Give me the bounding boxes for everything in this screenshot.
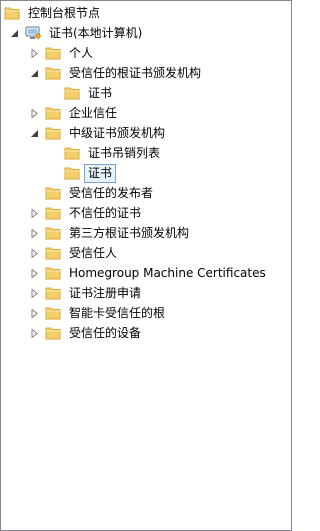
expanded-arrow-icon[interactable] <box>30 69 39 78</box>
tree-child-node[interactable]: 证书 <box>49 83 116 103</box>
collapsed-arrow-icon[interactable] <box>30 268 39 278</box>
tree-node-label: 证书 <box>88 85 113 100</box>
tree-node-certificates-local-computer[interactable]: 证书(本地计算机) <box>10 23 146 43</box>
folder-icon <box>45 186 61 200</box>
tree-node-label: Homegroup Machine Certificates <box>69 265 266 280</box>
tree-node[interactable]: Homegroup Machine Certificates <box>30 263 270 283</box>
tree-node-label: 控制台根节点 <box>28 5 101 20</box>
tree-node-label: 证书 <box>84 163 117 183</box>
folder-icon <box>45 66 61 80</box>
tree-node-label: 受信任的根证书颁发机构 <box>69 65 202 80</box>
folder-icon <box>64 166 80 180</box>
folder-icon <box>45 306 61 320</box>
folder-icon <box>4 6 20 20</box>
folder-icon <box>45 266 61 280</box>
tree-node-label: 智能卡受信任的根 <box>69 305 166 320</box>
tree-node[interactable]: 受信任的根证书颁发机构 <box>30 63 205 83</box>
tree-child-node[interactable]: 证书吊销列表 <box>49 143 164 163</box>
tree-node-console-root[interactable]: 控制台根节点 <box>4 3 104 23</box>
collapsed-arrow-icon[interactable] <box>30 308 39 318</box>
folder-icon <box>45 286 61 300</box>
expanded-arrow-icon[interactable] <box>10 29 19 38</box>
tree-child-node[interactable]: 证书 <box>49 163 117 183</box>
folder-icon <box>45 326 61 340</box>
tree-node[interactable]: 智能卡受信任的根 <box>30 303 169 323</box>
folder-icon <box>45 46 61 60</box>
collapsed-arrow-icon[interactable] <box>30 228 39 238</box>
tree-node-label: 不信任的证书 <box>69 205 142 220</box>
tree-node[interactable]: 不信任的证书 <box>30 203 145 223</box>
computer-certificate-icon <box>25 26 41 40</box>
tree-node-label: 受信任的发布者 <box>69 185 154 200</box>
folder-icon <box>45 126 61 140</box>
tree-node-label: 个人 <box>69 45 94 60</box>
tree-node-label: 企业信任 <box>69 105 118 120</box>
tree-node[interactable]: 中级证书颁发机构 <box>30 123 169 143</box>
expanded-arrow-icon[interactable] <box>30 129 39 138</box>
tree-node-label: 受信任人 <box>69 245 118 260</box>
tree-node-label: 证书注册申请 <box>69 285 142 300</box>
folder-icon <box>45 246 61 260</box>
tree-node[interactable]: 受信任的设备 <box>30 323 145 343</box>
folder-icon <box>64 146 80 160</box>
tree-node[interactable]: 第三方根证书颁发机构 <box>30 223 193 243</box>
tree-node[interactable]: 受信任的发布者 <box>30 183 157 203</box>
collapsed-arrow-icon[interactable] <box>30 108 39 118</box>
tree-node-label: 受信任的设备 <box>69 325 142 340</box>
collapsed-arrow-icon[interactable] <box>30 288 39 298</box>
folder-icon <box>45 206 61 220</box>
tree-node-label: 第三方根证书颁发机构 <box>69 225 190 240</box>
console-tree[interactable]: 控制台根节点 证书(本地计算机) 个人 受信任的根证书颁发机构 证书 企业信任 中级证书… <box>0 0 292 531</box>
folder-icon <box>64 86 80 100</box>
tree-node-label: 证书吊销列表 <box>88 145 161 160</box>
tree-node[interactable]: 企业信任 <box>30 103 121 123</box>
folder-icon <box>45 226 61 240</box>
tree-node-label: 证书(本地计算机) <box>49 25 143 40</box>
collapsed-arrow-icon[interactable] <box>30 208 39 218</box>
folder-icon <box>45 106 61 120</box>
collapsed-arrow-icon[interactable] <box>30 48 39 58</box>
tree-node[interactable]: 个人 <box>30 43 97 63</box>
tree-node[interactable]: 证书注册申请 <box>30 283 145 303</box>
tree-node-label: 中级证书颁发机构 <box>69 125 166 140</box>
collapsed-arrow-icon[interactable] <box>30 328 39 338</box>
collapsed-arrow-icon[interactable] <box>30 248 39 258</box>
tree-node[interactable]: 受信任人 <box>30 243 121 263</box>
